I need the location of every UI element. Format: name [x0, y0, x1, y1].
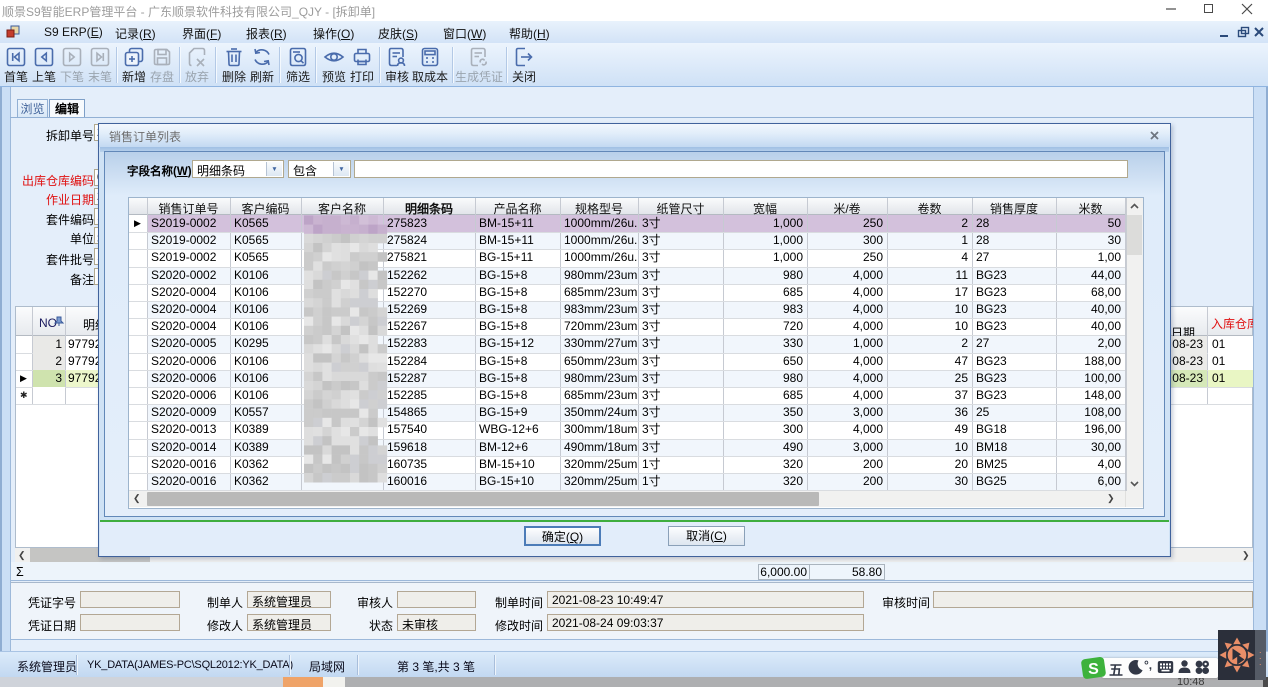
svg-text:S: S — [1088, 661, 1099, 678]
